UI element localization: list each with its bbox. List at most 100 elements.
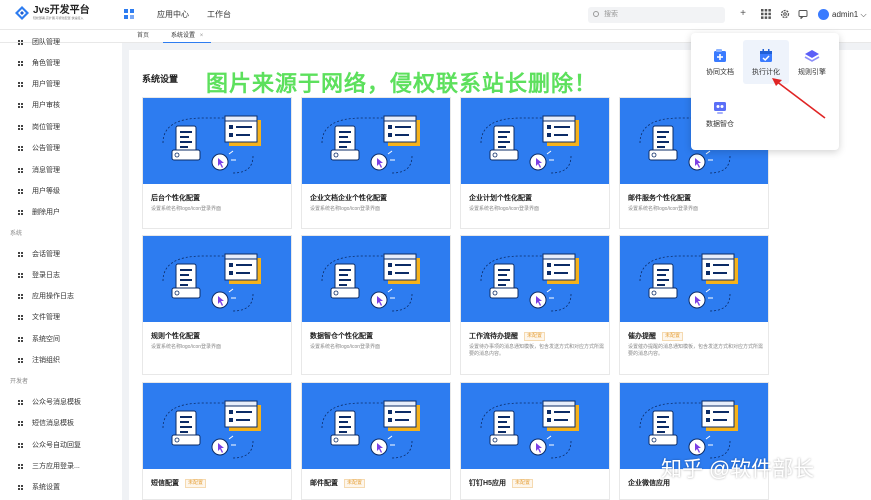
sidebar-item-label: 系统空间 [32, 336, 60, 343]
popup-label: 协同文档 [706, 69, 734, 76]
settings-card[interactable]: 催办提醒 未配置设置催办提醒的消息通知模板，包含发送方式和对应方式所需要的消息内容… [619, 235, 769, 375]
menu-grid-icon [18, 337, 24, 343]
menu-grid-icon [18, 485, 24, 491]
logo[interactable]: Jvs开发平台 轻松部署,高扩展,可视化配置,快速接入 [14, 5, 90, 21]
status-badge: 未配置 [511, 478, 533, 488]
card-title: 短信配置 未配置 [151, 478, 207, 488]
card-description: 设置系统名称logo/icon登录界面 [469, 206, 540, 212]
settings-card[interactable]: 数据智仓个性化配置设置系统名称logo/icon登录界面 [301, 235, 451, 375]
tab-system-settings-label: 系统设置 [171, 33, 196, 39]
nav-app-center[interactable]: 应用中心 [157, 0, 189, 30]
card-illustration [143, 383, 291, 469]
card-illustration [461, 98, 609, 184]
card-description: 设置待办事项的消息通知模板，包含发送方式和对应方式所需要的消息内容。 [469, 344, 605, 357]
menu-grid-icon [18, 82, 24, 88]
sidebar-item-label: 三方应用登录... [32, 463, 80, 470]
sidebar-item-label: 注销组织 [32, 357, 60, 364]
sidebar-item-label: 团队管理 [32, 39, 60, 46]
settings-card[interactable]: 企业计划个性化配置设置系统名称logo/icon登录界面 [460, 97, 610, 229]
popup-label: 数据智仓 [706, 121, 734, 128]
logo-subtitle: 轻松部署,高扩展,可视化配置,快速接入 [33, 15, 84, 20]
tab-home[interactable]: 首页 [137, 30, 149, 43]
card-title: 企业文档企业个性化配置 [310, 193, 387, 203]
app-grid-icon[interactable] [124, 9, 134, 19]
nav-workbench[interactable]: 工作台 [207, 0, 231, 30]
tab-system-settings[interactable]: 系统设置 × [163, 30, 211, 43]
settings-card[interactable]: 企业文档企业个性化配置设置系统名称logo/icon登录界面 [301, 97, 451, 229]
message-icon[interactable] [798, 9, 808, 19]
card-title: 邮件配置 未配置 [310, 478, 366, 488]
card-title: 数据智仓个性化配置 [310, 331, 373, 341]
sidebar-item-label: 岗位管理 [32, 124, 60, 131]
top-bar: Jvs开发平台 轻松部署,高扩展,可视化配置,快速接入 应用中心 工作台 搜索 … [0, 0, 871, 30]
doc-plus-icon [714, 49, 726, 62]
status-badge: 未配置 [524, 331, 546, 341]
card-title-text: 邮件服务个性化配置 [628, 195, 691, 202]
popup-item-data-warehouse[interactable]: 数据智仓 [697, 92, 743, 136]
sidebar-item-label: 应用操作日志 [32, 293, 74, 300]
sidebar-group-developer: 开发者 [10, 379, 29, 385]
card-title: 钉钉H5应用 未配置 [469, 478, 533, 488]
card-title-text: 数据智仓个性化配置 [310, 333, 373, 340]
menu-grid-icon [18, 252, 24, 258]
card-illustration [143, 98, 291, 184]
layers-icon [804, 50, 820, 62]
card-title: 工作流待办提醒 未配置 [469, 331, 546, 341]
card-title-text: 规则个性化配置 [151, 333, 200, 340]
status-badge: 未配置 [185, 478, 207, 488]
menu-grid-icon [18, 40, 24, 46]
plus-icon[interactable]: + [738, 9, 748, 19]
card-title-text: 企业计划个性化配置 [469, 195, 532, 202]
card-title-text: 后台个性化配置 [151, 195, 200, 202]
calendar-check-icon [760, 49, 772, 62]
menu-grid-icon [18, 358, 24, 364]
apps-icon[interactable] [761, 9, 771, 19]
card-title: 企业计划个性化配置 [469, 193, 532, 203]
sidebar-item-label: 公告管理 [32, 145, 60, 152]
username: admin1 [832, 10, 859, 19]
menu-grid-icon [18, 146, 24, 152]
sidebar-item-label: 系统设置 [32, 484, 60, 491]
sidebar-group-system: 系统 [10, 231, 23, 237]
settings-card[interactable]: 规则个性化配置设置系统名称logo/icon登录界面 [142, 235, 292, 375]
avatar[interactable] [818, 9, 829, 20]
card-title: 邮件服务个性化配置 [628, 193, 691, 203]
menu-grid-icon [18, 443, 24, 449]
card-title: 规则个性化配置 [151, 331, 200, 341]
settings-card[interactable]: 工作流待办提醒 未配置设置待办事项的消息通知模板，包含发送方式和对应方式所需要的消… [460, 235, 610, 375]
menu-grid-icon [18, 103, 24, 109]
popup-item-collab-docs[interactable]: 协同文档 [697, 40, 743, 84]
sidebar-item-label: 公众号消息模板 [32, 399, 81, 406]
settings-card[interactable]: 钉钉H5应用 未配置 [460, 382, 610, 500]
card-description: 设置催办提醒的消息通知模板，包含发送方式和对应方式所需要的消息内容。 [628, 344, 764, 357]
card-illustration [143, 236, 291, 322]
settings-card[interactable]: 邮件配置 未配置 [301, 382, 451, 500]
gear-icon[interactable] [780, 9, 790, 19]
card-title-text: 钉钉H5应用 [469, 480, 506, 487]
card-description: 设置系统名称logo/icon登录界面 [310, 206, 381, 212]
user-menu[interactable]: admin1 ⌵ [832, 9, 867, 20]
card-description: 设置系统名称logo/icon登录界面 [310, 344, 381, 350]
menu-grid-icon [18, 273, 24, 279]
sidebar-item-label: 用户管理 [32, 81, 60, 88]
settings-card[interactable]: 短信配置 未配置 [142, 382, 292, 500]
menu-grid-icon [18, 294, 24, 300]
card-title: 催办提醒 未配置 [628, 331, 684, 341]
sidebar-item-label: 短信消息模板 [32, 420, 74, 427]
menu-grid-icon [18, 315, 24, 321]
card-illustration [620, 236, 768, 322]
menu-grid-icon [18, 125, 24, 131]
tab-home-label: 首页 [137, 33, 150, 39]
sidebar-item-label: 用户等级 [32, 188, 60, 195]
close-icon[interactable]: × [200, 33, 204, 39]
menu-grid-icon [18, 464, 24, 470]
search-input[interactable]: 搜索 [588, 7, 725, 23]
menu-grid-icon [18, 168, 24, 174]
settings-card[interactable]: 后台个性化配置 设置系统名称logo/icon登录界面 [142, 97, 292, 229]
card-title-text: 工作流待办提醒 [469, 333, 518, 340]
search-icon [593, 11, 599, 17]
menu-grid-icon [18, 400, 24, 406]
sidebar-item-label: 消息管理 [32, 167, 60, 174]
card-description: 设置系统名称logo/icon登录界面 [151, 344, 222, 350]
card-title: 后台个性化配置 [151, 193, 200, 203]
